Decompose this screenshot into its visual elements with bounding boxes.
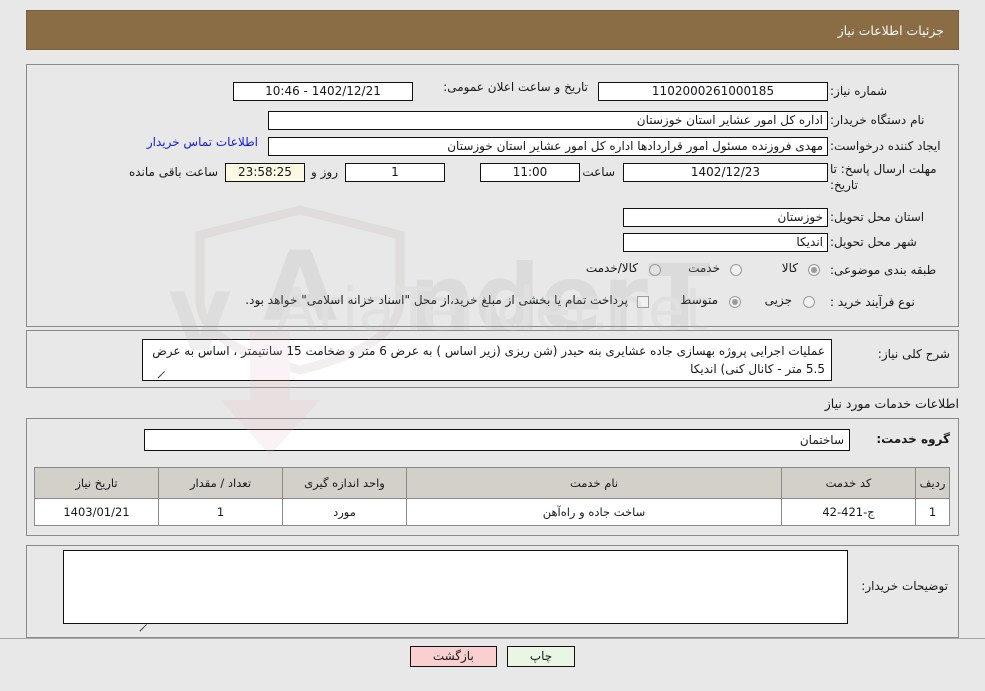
province-label: استان محل تحویل: bbox=[830, 210, 925, 224]
general-description-text: عملیات اجرایی پروژه بهسازی جاده عشایری ب… bbox=[142, 339, 832, 381]
radio-process-medium-label: متوسط bbox=[680, 293, 718, 307]
col-quantity: تعداد / مقدار bbox=[158, 467, 283, 499]
hour-label: ساعت bbox=[582, 165, 615, 179]
col-need-date: تاریخ نیاز bbox=[34, 467, 159, 499]
need-number-value: 1102000261000185 bbox=[598, 81, 828, 101]
col-unit: واحد اندازه گیری bbox=[282, 467, 407, 499]
province-value: خوزستان bbox=[623, 207, 828, 227]
buyer-contact-link[interactable]: اطلاعات تماس خریدار bbox=[147, 135, 258, 149]
buyer-org-label: نام دستگاه خریدار: bbox=[830, 113, 925, 127]
col-index: ردیف bbox=[915, 467, 950, 499]
cell-index: 1 bbox=[915, 498, 950, 526]
process-type-label: نوع فرآیند خرید : bbox=[830, 295, 915, 309]
footer-divider bbox=[0, 638, 985, 639]
services-panel: گروه خدمت: ساختمان ردیف کد خدمت نام خدمت… bbox=[26, 418, 959, 536]
radio-process-medium[interactable] bbox=[729, 296, 741, 308]
cell-need-date: 1403/01/21 bbox=[34, 498, 159, 526]
buyer-org-value: اداره کل امور عشایر استان خوزستان bbox=[268, 110, 828, 130]
deadline-time: 11:00 bbox=[480, 163, 580, 182]
table-row: 1 ج-421-42 ساخت جاده و راه‌آهن مورد 1 14… bbox=[34, 498, 950, 526]
services-section-title: اطلاعات خدمات مورد نیاز bbox=[824, 396, 959, 411]
back-button[interactable]: بازگشت bbox=[409, 646, 497, 667]
countdown-suffix-label: ساعت باقی مانده bbox=[128, 165, 218, 179]
announce-value: 1402/12/21 - 10:46 bbox=[233, 81, 413, 101]
need-info-panel: شماره نیاز: 1102000261000185 تاریخ و ساع… bbox=[26, 64, 959, 327]
radio-category-service[interactable] bbox=[730, 264, 742, 276]
services-table: ردیف کد خدمت نام خدمت واحد اندازه گیری ت… bbox=[34, 467, 950, 526]
page-title: جزئیات اطلاعات نیاز bbox=[837, 22, 944, 38]
cell-code: ج-421-42 bbox=[781, 498, 916, 526]
deadline-label: مهلت ارسال پاسخ: تا تاریخ: bbox=[830, 162, 937, 192]
countdown-timer: 23:58:25 bbox=[225, 163, 305, 182]
radio-process-minor[interactable] bbox=[803, 296, 815, 308]
cell-unit: مورد bbox=[282, 498, 407, 526]
cell-quantity: 1 bbox=[158, 498, 283, 526]
service-group-label: گروه خدمت: bbox=[876, 432, 950, 446]
checkbox-islamic-treasury-docs[interactable] bbox=[637, 296, 649, 308]
buyer-notes-textarea bbox=[63, 550, 848, 624]
days-remaining-value: 1 bbox=[345, 163, 445, 182]
buyer-notes-label: توضیحات خریدار: bbox=[861, 579, 948, 593]
radio-category-goods-service-label: کالا/خدمت bbox=[585, 261, 638, 275]
category-label: طبقه بندی موضوعی: bbox=[830, 263, 937, 277]
radio-category-goods-label: کالا bbox=[781, 261, 798, 275]
radio-category-service-label: خدمت bbox=[688, 261, 720, 275]
buyer-notes-panel: توضیحات خریدار: bbox=[26, 545, 959, 638]
col-code: کد خدمت bbox=[781, 467, 916, 499]
cell-name: ساخت جاده و راه‌آهن bbox=[406, 498, 782, 526]
city-label: شهر محل تحویل: bbox=[830, 235, 917, 249]
general-description-panel: شرح کلی نیاز: عملیات اجرایی پروژه بهسازی… bbox=[26, 330, 959, 388]
col-name: نام خدمت bbox=[406, 467, 782, 499]
page-header: جزئیات اطلاعات نیاز bbox=[26, 10, 959, 50]
services-table-header-row: ردیف کد خدمت نام خدمت واحد اندازه گیری ت… bbox=[34, 467, 950, 499]
print-button[interactable]: چاپ bbox=[506, 646, 576, 667]
need-number-label: شماره نیاز: bbox=[830, 84, 887, 98]
radio-category-goods-service[interactable] bbox=[649, 264, 661, 276]
days-suffix-label: روز و bbox=[311, 165, 338, 179]
page-root: A nderT V AriaTender.net جزئیات اطلاعات … bbox=[0, 0, 985, 691]
general-description-label: شرح کلی نیاز: bbox=[877, 347, 950, 361]
radio-category-goods[interactable] bbox=[808, 264, 820, 276]
city-value: اندیکا bbox=[623, 232, 828, 252]
requester-value: مهدی فروزنده مسئول امور قراردادها اداره … bbox=[268, 136, 828, 156]
radio-process-minor-label: جزیی bbox=[764, 293, 792, 307]
service-group-value: ساختمان bbox=[144, 429, 850, 451]
announce-label: تاریخ و ساعت اعلان عمومی: bbox=[443, 80, 588, 94]
footer-actions: بازگشت چاپ bbox=[0, 646, 985, 667]
requester-label: ایجاد کننده درخواست: bbox=[830, 139, 941, 153]
deadline-date: 1402/12/23 bbox=[623, 163, 828, 182]
islamic-treasury-docs-text: پرداخت تمام یا بخشی از مبلغ خرید،از محل … bbox=[245, 293, 628, 307]
